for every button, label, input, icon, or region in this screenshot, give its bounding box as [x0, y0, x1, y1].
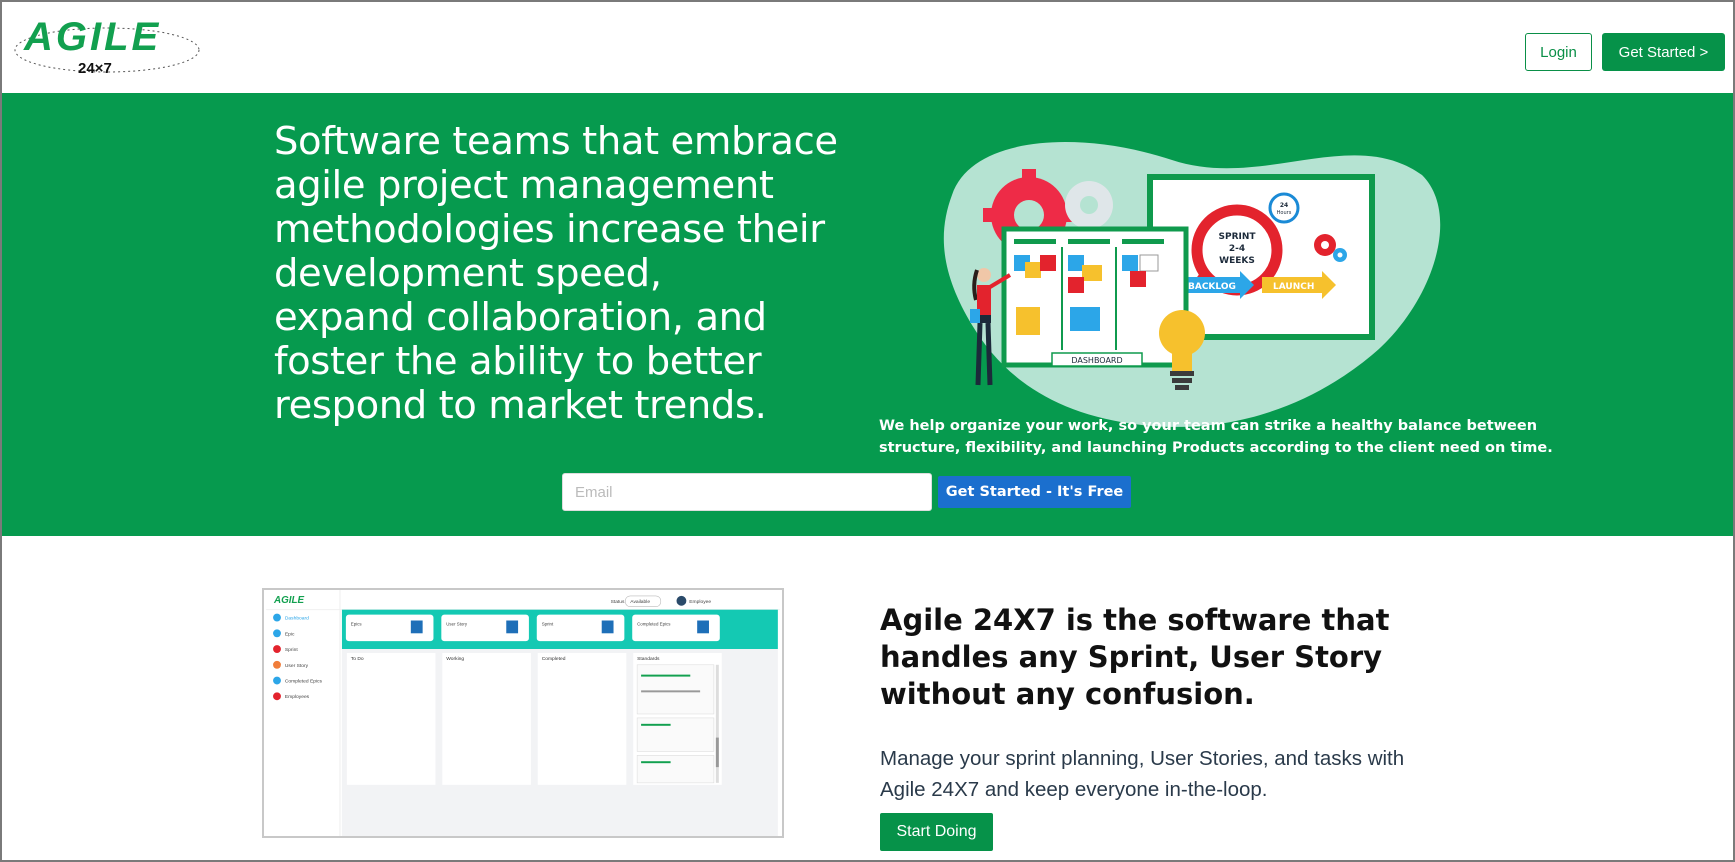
hero-title-line: expand collaboration, and: [274, 295, 767, 340]
hours-badge-icon: 24 Hours: [1268, 192, 1300, 224]
feature-title-line: Agile 24X7 is the software that: [880, 603, 1390, 637]
svg-text:Epic: Epic: [285, 631, 295, 637]
hero-title-line: Software teams that embrace: [274, 119, 838, 164]
svg-text:2-4: 2-4: [1229, 244, 1245, 254]
agile-logo[interactable]: AGILE 24×7: [12, 10, 202, 80]
hero-subtitle: We help organize your work, so your team…: [879, 415, 1553, 459]
hero-section: Software teams that embrace agile projec…: [2, 93, 1733, 536]
svg-text:AGILE: AGILE: [273, 595, 304, 606]
get-started-button[interactable]: Get Started >: [1602, 33, 1725, 71]
svg-text:Standards: Standards: [637, 656, 660, 662]
svg-text:Completed Epics: Completed Epics: [285, 678, 323, 684]
svg-text:Available: Available: [630, 599, 650, 605]
agile-dashboard-illustration: SPRINT 2-4 WEEKS 24 Hours BACKLOG LAUNCH: [943, 142, 1441, 427]
email-input[interactable]: [562, 473, 932, 511]
hero-title-line: foster the ability to better: [274, 339, 762, 384]
svg-text:24×7: 24×7: [78, 60, 112, 77]
grey-gear-icon: [1065, 181, 1113, 229]
svg-text:Status: Status: [611, 599, 625, 605]
feature-title-line: handles any Sprint, User Story: [880, 640, 1383, 674]
svg-text:SPRINT: SPRINT: [1218, 232, 1256, 242]
hero-title-line: development speed,: [274, 251, 662, 296]
top-nav: AGILE 24×7 Login Get Started >: [2, 2, 1733, 93]
feature-title-line: without any confusion.: [880, 677, 1255, 711]
get-started-free-button[interactable]: Get Started - It's Free: [938, 476, 1131, 508]
svg-text:WEEKS: WEEKS: [1219, 256, 1255, 266]
login-button[interactable]: Login: [1525, 33, 1592, 71]
svg-text:24: 24: [1280, 202, 1288, 209]
feature-description: Manage your sprint planning, User Storie…: [880, 743, 1520, 805]
hero-subtitle-line: structure, flexibility, and launching Pr…: [879, 440, 1553, 456]
hero-title: Software teams that embrace agile projec…: [274, 119, 838, 428]
page: AGILE 24×7 Login Get Started > Software …: [2, 2, 1733, 860]
feature-title: Agile 24X7 is the software that handles …: [880, 602, 1520, 713]
hero-title-line: agile project management: [274, 163, 774, 208]
svg-text:Epics: Epics: [351, 621, 363, 626]
svg-text:AGILE: AGILE: [23, 15, 161, 59]
hero-title-line: respond to market trends.: [274, 383, 767, 428]
svg-text:User Story: User Story: [446, 621, 468, 626]
svg-text:Employee: Employee: [689, 599, 711, 605]
svg-text:User Story: User Story: [285, 663, 309, 669]
feature-description-line: Manage your sprint planning, User Storie…: [880, 747, 1405, 770]
hero-subtitle-line: We help organize your work, so your team…: [879, 418, 1538, 434]
svg-text:Sprint: Sprint: [285, 647, 298, 653]
app-screenshot-preview: AGILE Status Available Employee Dashboar…: [262, 588, 784, 838]
svg-text:Working: Working: [446, 656, 464, 662]
hero-title-line: methodologies increase their: [274, 207, 825, 252]
svg-text:Dashboard: Dashboard: [285, 616, 309, 622]
svg-text:Hours: Hours: [1277, 210, 1292, 216]
svg-text:BACKLOG: BACKLOG: [1188, 282, 1236, 292]
svg-text:Employees: Employees: [285, 694, 310, 700]
svg-text:Completed Epics: Completed Epics: [637, 621, 671, 626]
svg-text:To Do: To Do: [351, 656, 364, 662]
svg-text:LAUNCH: LAUNCH: [1273, 282, 1314, 292]
svg-text:Completed: Completed: [542, 656, 566, 662]
feature-description-line: Agile 24X7 and keep everyone in-the-loop…: [880, 778, 1268, 801]
svg-text:Sprint: Sprint: [542, 621, 554, 626]
svg-text:DASHBOARD: DASHBOARD: [1071, 356, 1122, 365]
dashboard-board: DASHBOARD: [1001, 226, 1189, 368]
start-doing-button[interactable]: Start Doing: [880, 813, 993, 851]
